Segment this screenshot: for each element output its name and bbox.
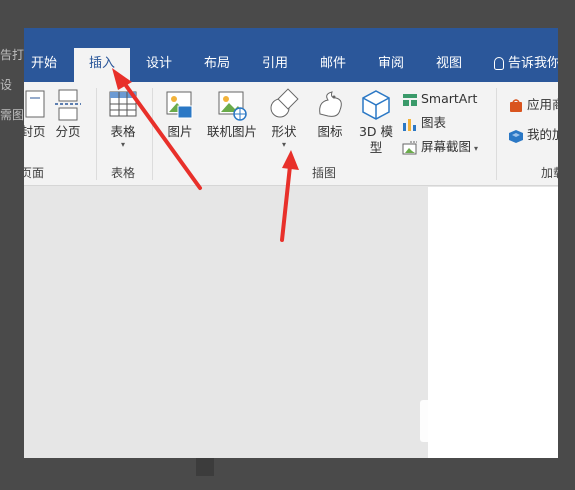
cube-icon <box>360 88 392 122</box>
table-label: 表格 <box>110 124 136 139</box>
background-left-text: 告打 设 需图 <box>0 40 24 130</box>
store-icon <box>508 98 524 113</box>
dropdown-arrow-icon: ▾ <box>474 144 479 153</box>
online-picture-icon <box>216 88 248 122</box>
online-picture-label: 联机图片 <box>206 124 257 139</box>
background-block <box>196 458 214 476</box>
page-break-label: 分页 <box>55 124 81 139</box>
chart-label: 图表 <box>421 115 447 130</box>
page-break-icon <box>52 88 84 122</box>
ribbon-tab-bar: 开始 插入 设计 布局 引用 邮件 审阅 视图 告诉我你 <box>24 28 558 82</box>
table-button[interactable]: 表格 ▾ <box>104 88 142 149</box>
smartart-button[interactable]: SmartArt <box>402 90 477 108</box>
tab-design[interactable]: 设计 <box>136 48 182 82</box>
shapes-button[interactable]: 形状 ▾ <box>264 88 304 149</box>
screenshot-label: 屏幕截图 <box>421 139 472 154</box>
chart-icon <box>402 117 418 131</box>
3d-model-label: 3D 模型 <box>358 124 394 155</box>
background-fragment: 需图 <box>0 108 24 122</box>
background-fragment: 告打 <box>0 48 24 62</box>
cover-page-icon <box>24 88 50 122</box>
my-addins-label: 我的加 <box>527 127 558 142</box>
shapes-icon <box>268 88 300 122</box>
my-addins-icon <box>508 129 524 143</box>
tab-insert[interactable]: 插入 <box>74 48 130 82</box>
lightbulb-icon <box>494 57 504 70</box>
tell-me-label: 告诉我你 <box>508 56 558 71</box>
tell-me-search[interactable]: 告诉我你 <box>494 48 558 80</box>
picture-button[interactable]: 图片 <box>160 88 200 140</box>
group-separator <box>496 88 497 180</box>
tab-home[interactable]: 开始 <box>24 48 64 82</box>
dropdown-arrow-icon: ▾ <box>120 140 125 149</box>
screenshot-button[interactable]: 屏幕截图 ▾ <box>402 138 478 158</box>
picture-icon <box>164 88 196 122</box>
store-label: 应用商 <box>527 97 558 112</box>
pages-group-label: 页面 <box>24 166 45 180</box>
dropdown-arrow-icon: ▾ <box>281 140 286 149</box>
my-addins-button[interactable]: 我的加 <box>508 126 558 144</box>
illustrations-group-label: 插图 <box>311 166 336 180</box>
icons-button[interactable]: 图标 <box>310 88 350 140</box>
tab-layout[interactable]: 布局 <box>194 48 240 82</box>
tab-review[interactable]: 审阅 <box>368 48 414 82</box>
chart-button[interactable]: 图表 <box>402 114 446 132</box>
online-picture-button[interactable]: 联机图片 <box>204 88 260 140</box>
tab-references[interactable]: 引用 <box>252 48 298 82</box>
icons-icon <box>314 88 346 122</box>
cover-page-button[interactable]: 封页 <box>24 88 48 140</box>
smartart-label: SmartArt <box>421 91 478 106</box>
tab-mailings[interactable]: 邮件 <box>310 48 356 82</box>
watermark-box <box>420 400 540 442</box>
addins-group-label: 加载 <box>540 166 558 180</box>
group-separator <box>152 88 153 180</box>
ribbon-insert-panel: 封页 分页 页面 表格 ▾ 表格 图片 联机图片 形状 ▾ 图标 3D 模型 S… <box>24 82 558 186</box>
store-button[interactable]: 应用商 <box>508 96 558 114</box>
screenshot-icon <box>402 141 418 155</box>
group-separator <box>96 88 97 180</box>
page-break-button[interactable]: 分页 <box>50 88 86 140</box>
3d-model-button[interactable]: 3D 模型 <box>354 88 398 156</box>
tab-view[interactable]: 视图 <box>426 48 472 82</box>
icons-label: 图标 <box>317 124 343 139</box>
tables-group-label: 表格 <box>110 166 135 180</box>
word-window: 开始 插入 设计 布局 引用 邮件 审阅 视图 告诉我你 封页 分页 页面 表格… <box>24 28 558 458</box>
table-icon <box>107 88 139 122</box>
smartart-icon <box>402 93 418 107</box>
cover-page-label: 封页 <box>24 124 46 139</box>
background-fragment: 设 <box>0 78 13 92</box>
shapes-label: 形状 <box>271 124 297 139</box>
picture-label: 图片 <box>167 124 193 139</box>
